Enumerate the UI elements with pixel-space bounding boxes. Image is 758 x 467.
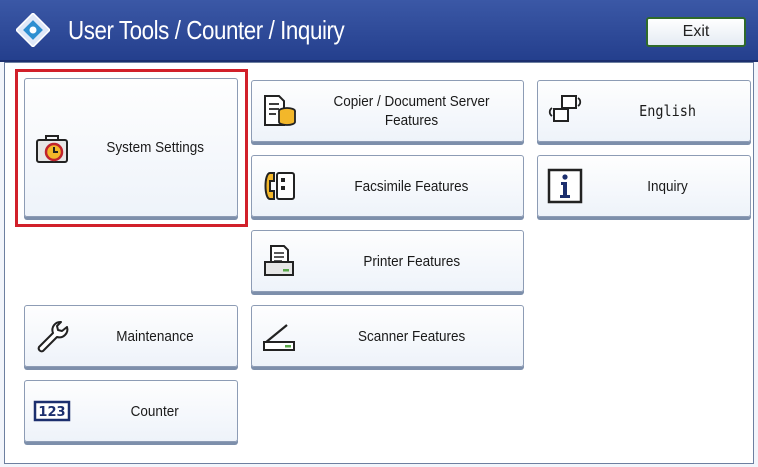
- svg-text:123: 123: [38, 405, 65, 420]
- printer-features-label: Printer Features: [363, 252, 460, 270]
- copier-document-server-button[interactable]: Copier / Document Server Features: [251, 80, 524, 142]
- fax-icon: [264, 172, 295, 200]
- page-title: User Tools / Counter / Inquiry: [68, 15, 345, 45]
- document-server-icon: [264, 95, 296, 126]
- english-button[interactable]: English: [537, 80, 751, 142]
- counter-123-icon: 123: [33, 400, 71, 422]
- counter-button[interactable]: 123 Counter: [24, 380, 238, 442]
- facsimile-features-label: Facsimile Features: [354, 177, 469, 195]
- maintenance-label: Maintenance: [116, 327, 194, 345]
- printer-icon: [264, 245, 294, 276]
- scanner-features-label: Scanner Features: [357, 327, 466, 345]
- inquiry-label: Inquiry: [647, 177, 689, 195]
- scanner-icon: [263, 324, 295, 351]
- maintenance-button[interactable]: Maintenance: [24, 305, 238, 367]
- user-tools-diamond-icon: [16, 13, 50, 47]
- info-icon: [547, 168, 583, 204]
- inquiry-button[interactable]: Inquiry: [537, 155, 751, 217]
- english-label: English: [639, 101, 697, 120]
- system-settings-label: System Settings: [106, 139, 204, 156]
- language-switch-icon: [548, 95, 582, 122]
- scanner-features-button[interactable]: Scanner Features: [251, 305, 524, 367]
- wrench-icon: [37, 321, 69, 353]
- toolbox-clock-icon: [36, 134, 68, 163]
- header-bar: User Tools / Counter / Inquiry Exit: [0, 0, 758, 62]
- exit-button[interactable]: Exit: [646, 17, 746, 47]
- facsimile-features-button[interactable]: Facsimile Features: [251, 155, 524, 217]
- copier-document-server-label: Copier / Document Server Features: [333, 93, 490, 129]
- system-settings-button[interactable]: System Settings: [24, 78, 238, 217]
- counter-label: Counter: [130, 402, 180, 420]
- printer-features-button[interactable]: Printer Features: [251, 230, 524, 292]
